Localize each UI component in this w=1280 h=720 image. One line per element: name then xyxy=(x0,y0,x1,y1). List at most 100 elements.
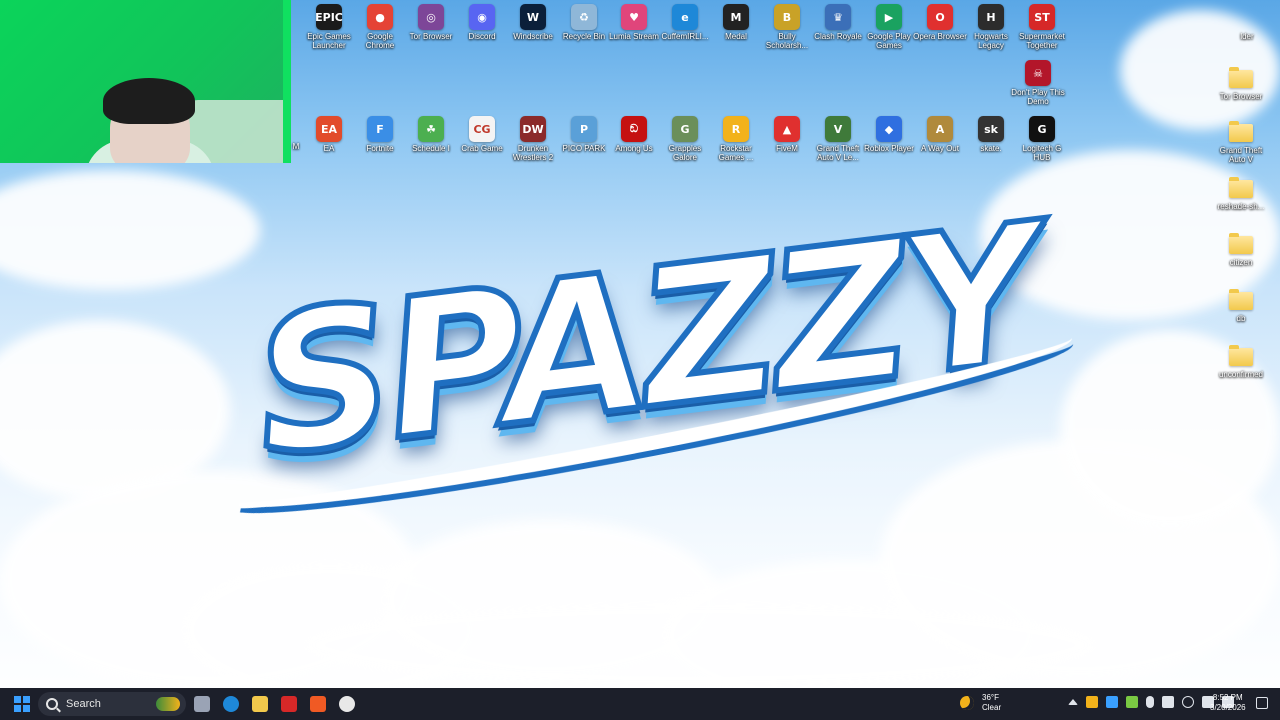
desktop-icon[interactable]: ◉ Discord xyxy=(454,4,510,41)
windows-icon xyxy=(14,696,30,712)
desktop-icon[interactable]: ♥ Lumia Stream xyxy=(606,4,662,41)
desktop-icon-label: lder xyxy=(1240,32,1254,41)
desktop-icon[interactable]: EA EA xyxy=(301,116,357,153)
desktop-icon[interactable]: P PICO PARK xyxy=(556,116,612,153)
desktop-icon[interactable]: M Medal xyxy=(708,4,764,41)
desktop-icon[interactable]: DW Drunken Wrestlers 2 xyxy=(505,116,561,162)
app-icon: P xyxy=(571,116,597,142)
desktop-icon[interactable]: V Grand Theft Auto V Le... xyxy=(810,116,866,162)
desktop-icon[interactable]: G Logitech G HUB xyxy=(1014,116,1070,162)
obs-icon xyxy=(339,696,355,712)
desktop-icon-label: Grand Theft Auto V xyxy=(1219,146,1263,164)
desktop-icon[interactable]: F Fortnite xyxy=(352,116,408,153)
desktop-icon[interactable]: ඞ Among Us xyxy=(606,116,662,153)
notification-icon[interactable] xyxy=(1256,697,1268,709)
chevron-up-icon[interactable] xyxy=(1068,699,1078,705)
app-icon: ● xyxy=(367,4,393,30)
clock-date: 3/20/2026 xyxy=(1210,703,1246,712)
app-icon: G xyxy=(672,116,698,142)
desktop-icon-grid: M lder EPIC Epic Games Launcher ● Google Ch… xyxy=(0,0,1280,690)
desktop-icon-label: Don't Play This Demo xyxy=(1011,88,1065,106)
search-box[interactable]: Search xyxy=(38,692,186,716)
app-icon: M xyxy=(723,4,749,30)
clock[interactable]: 8:52 PM 3/20/2026 xyxy=(1210,693,1246,713)
desktop-icon-label: M xyxy=(292,142,300,151)
app-icon: CG xyxy=(469,116,495,142)
desktop-icon[interactable]: ♛ Clash Royale xyxy=(810,4,866,41)
desktop-icon[interactable]: G Grapples Galore xyxy=(657,116,713,162)
desktop-icon[interactable]: reshade-sh... xyxy=(1213,174,1269,211)
tray-app-icon[interactable] xyxy=(1126,696,1138,708)
acrobat-icon xyxy=(281,696,297,712)
edge-taskbar-button[interactable] xyxy=(217,690,245,718)
weather-widget[interactable]: 36°F Clear xyxy=(960,693,1001,713)
app-icon: F xyxy=(367,116,393,142)
desktop-icon-label: Grand Theft Auto V Le... xyxy=(816,144,860,162)
tray-app-icon[interactable] xyxy=(1086,696,1098,708)
desktop-icon[interactable]: ◆ Roblox Player xyxy=(861,116,917,153)
desktop-icon[interactable]: db xyxy=(1213,286,1269,323)
start-button[interactable] xyxy=(8,690,36,718)
desktop-icon-label: Medal xyxy=(725,32,747,41)
task-view-taskbar-button[interactable] xyxy=(188,690,216,718)
app-icon: V xyxy=(825,116,851,142)
app-icon: O xyxy=(927,4,953,30)
desktop-icon-label: Drunken Wrestlers 2 xyxy=(512,144,554,162)
globe-icon[interactable] xyxy=(1182,696,1194,708)
desktop-icon-label: Recycle Bin xyxy=(562,32,606,41)
desktop-icon[interactable]: ◎ Tor Browser xyxy=(403,4,459,41)
app-icon: H xyxy=(978,4,1004,30)
file-explorer-icon xyxy=(252,696,268,712)
desktop-icon-label: Grapples Galore xyxy=(668,144,702,162)
app-icon: ♛ xyxy=(825,4,851,30)
app-icon: ♻ xyxy=(571,4,597,30)
obs-taskbar-button[interactable] xyxy=(333,690,361,718)
task-view-icon xyxy=(194,696,210,712)
folder-icon xyxy=(1229,67,1253,88)
tray-app-icon[interactable] xyxy=(1106,696,1118,708)
desktop-icon-label: Rockstar Games ... xyxy=(718,144,754,162)
desktop-icon-label: citizen xyxy=(1229,258,1253,267)
app-icon: ST xyxy=(1029,4,1055,30)
desktop-icon[interactable]: ST Supermarket Together xyxy=(1014,4,1070,50)
desktop-icon[interactable]: ● Google Chrome xyxy=(352,4,408,50)
desktop-icon[interactable]: ☘ Schedule I xyxy=(403,116,459,153)
desktop-icon[interactable]: citizen xyxy=(1213,230,1269,267)
app-icon: ☠ xyxy=(1025,60,1051,86)
desktop-icon[interactable]: CG Crab Game xyxy=(454,116,510,153)
desktop-icon-partial[interactable]: lder xyxy=(1232,10,1262,41)
desktop-icon[interactable]: e CuffemIRLI... xyxy=(657,4,713,41)
file-explorer-taskbar-button[interactable] xyxy=(246,690,274,718)
desktop-icon[interactable]: ▶ Google Play Games xyxy=(861,4,917,50)
folder-icon xyxy=(1229,345,1253,366)
desktop-icon[interactable]: H Hogwarts Legacy xyxy=(963,4,1019,50)
desktop-icon[interactable]: R Rockstar Games ... xyxy=(708,116,764,162)
tray-app-icon[interactable] xyxy=(1162,696,1174,708)
app-icon: sk xyxy=(978,116,1004,142)
desktop-icon[interactable]: Grand Theft Auto V xyxy=(1213,118,1269,164)
desktop-icon[interactable]: sk skate. xyxy=(963,116,1019,153)
microphone-icon[interactable] xyxy=(1146,696,1154,708)
app-icon: ▲ xyxy=(774,116,800,142)
desktop-icon-label: A Way Out xyxy=(921,144,959,153)
desktop-icon[interactable]: EPIC Epic Games Launcher xyxy=(301,4,357,50)
desktop-icon[interactable]: ♻ Recycle Bin xyxy=(556,4,612,41)
app-icon: e xyxy=(672,4,698,30)
desktop-icon[interactable]: unconfirmed xyxy=(1213,342,1269,379)
acrobat-taskbar-button[interactable] xyxy=(275,690,303,718)
desktop-icon[interactable]: W Windscribe xyxy=(505,4,561,41)
desktop-icon[interactable]: ▲ FiveM xyxy=(759,116,815,153)
desktop-icon[interactable]: O Opera Browser xyxy=(912,4,968,41)
desktop-icon[interactable]: Tor Browser xyxy=(1213,64,1269,101)
brave-icon xyxy=(310,696,326,712)
edge-icon xyxy=(223,696,239,712)
clock-time: 8:52 PM xyxy=(1212,693,1243,702)
desktop-icon[interactable]: A A Way Out xyxy=(912,116,968,153)
brave-taskbar-button[interactable] xyxy=(304,690,332,718)
app-icon: DW xyxy=(520,116,546,142)
desktop-icon[interactable]: ☠ Don't Play This Demo xyxy=(1010,60,1066,106)
desktop-icon-label: Crab Game xyxy=(461,144,503,153)
desktop-icon-label: db xyxy=(1236,314,1246,323)
search-label: Search xyxy=(66,698,101,710)
desktop-icon[interactable]: B Bully Scholarsh... xyxy=(759,4,815,50)
